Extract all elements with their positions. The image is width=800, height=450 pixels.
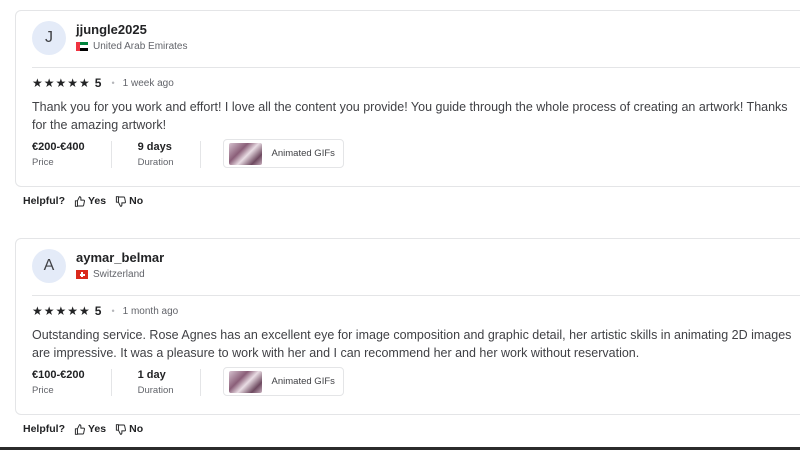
star-rating-icon: ★★★★★ [32,304,91,318]
duration-value: 1 day [137,369,166,381]
thumbs-down-icon [116,423,127,435]
work-thumbnail[interactable] [228,370,262,393]
work-sample-label: Animated GIFs [271,376,335,387]
separator-dot: • [111,78,115,88]
separator-dot: • [111,306,115,316]
helpful-no-button[interactable]: No [115,195,143,207]
price-label: Price [32,157,54,168]
no-label: No [129,195,144,207]
rating-value: 5 [94,304,102,318]
avatar[interactable]: J [32,21,66,55]
review-text: Outstanding service. Rose Agnes has an e… [32,328,792,360]
review-time: 1 week ago [122,77,174,89]
duration-info: 1 day Duration [138,369,201,396]
price-info: €100-€200 Price [32,369,112,396]
country-name: United Arab Emirates [93,41,188,52]
helpful-yes-button[interactable]: Yes [74,423,106,435]
work-sample[interactable]: Animated GIFs [222,367,344,396]
divider [32,67,800,68]
country-name: Switzerland [93,269,145,280]
switzerland-flag-icon [76,270,88,279]
price-value: €100-€200 [32,369,85,381]
review-time: 1 month ago [122,305,179,317]
rating-value: 5 [94,76,102,90]
price-info: €200-€400 Price [32,141,112,168]
thumbs-down-icon [116,195,127,207]
reviewer-country: United Arab Emirates [76,41,188,52]
divider [32,295,800,296]
duration-value: 9 days [137,141,172,153]
review-card: J jjungle2025 United Arab Emirates ★★★★★… [15,10,800,187]
price-value: €200-€400 [32,141,85,153]
duration-info: 9 days Duration [138,141,201,168]
price-label: Price [32,385,54,396]
avatar[interactable]: A [32,249,66,283]
helpful-question: Helpful? [23,423,65,435]
rating-row: ★★★★★ 5 • 1 month ago [32,304,178,318]
duration-label: Duration [137,157,174,168]
work-thumbnail[interactable] [228,142,262,165]
reviewer-username[interactable]: aymar_belmar [76,250,164,265]
helpful-question: Helpful? [23,195,65,207]
rating-row: ★★★★★ 5 • 1 week ago [32,76,174,90]
helpful-no-button[interactable]: No [115,423,143,435]
no-label: No [129,423,144,435]
review-text: Thank you for you work and effort! I lov… [32,100,788,132]
thumbs-up-icon [74,195,85,207]
helpful-row: Helpful? Yes No [23,423,143,435]
thumbs-up-icon [74,423,85,435]
work-sample-label: Animated GIFs [271,148,335,159]
yes-label: Yes [88,195,107,207]
review-meta: €200-€400 Price 9 days Duration Animated… [32,139,344,168]
duration-label: Duration [137,385,174,396]
helpful-yes-button[interactable]: Yes [74,195,106,207]
helpful-row: Helpful? Yes No [23,195,143,207]
reviewer-country: Switzerland [76,269,145,280]
review-meta: €100-€200 Price 1 day Duration Animated … [32,367,344,396]
work-sample[interactable]: Animated GIFs [222,139,344,168]
star-rating-icon: ★★★★★ [32,76,91,90]
yes-label: Yes [88,423,107,435]
uae-flag-icon [76,42,88,51]
reviewer-username[interactable]: jjungle2025 [76,22,147,37]
review-card: A aymar_belmar Switzerland ★★★★★ 5 • 1 m… [15,238,800,415]
